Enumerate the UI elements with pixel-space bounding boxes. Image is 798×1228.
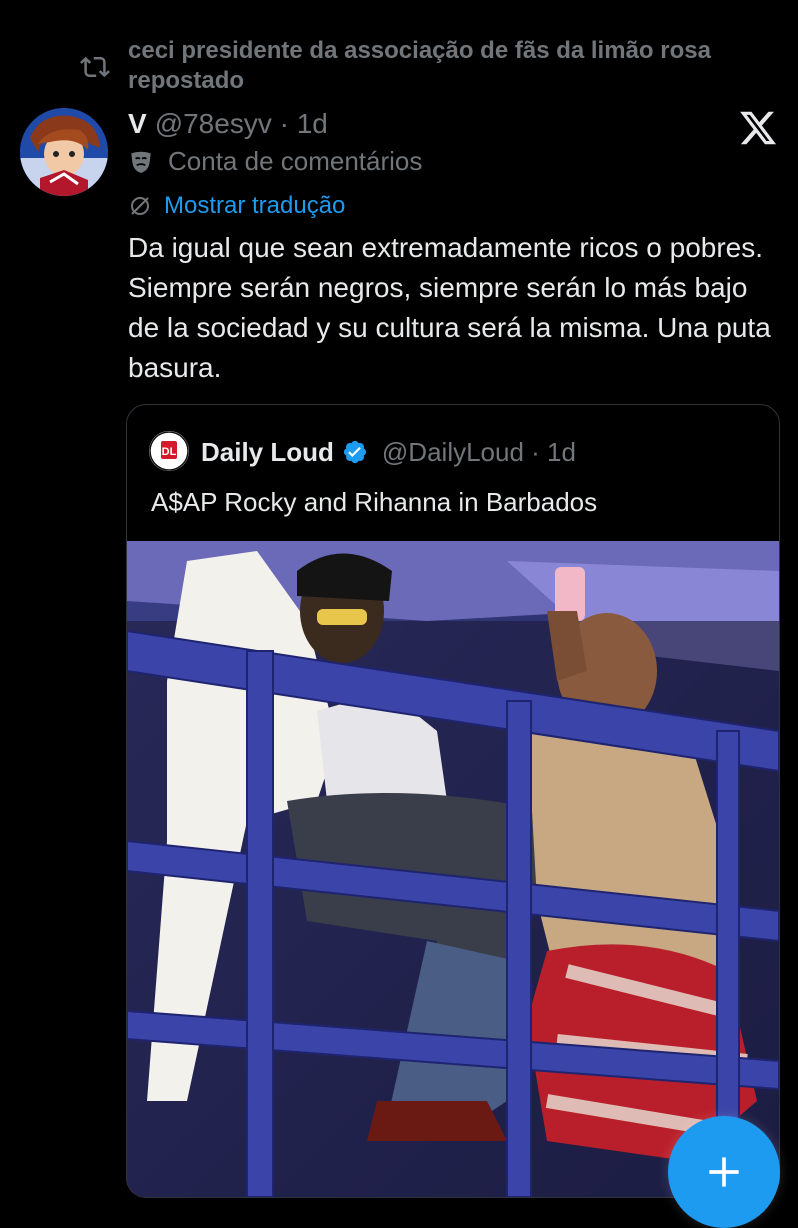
- hide-translation-icon: [131, 197, 149, 215]
- tweet-author-row: V @78esyv · 1d: [128, 106, 328, 142]
- author-handle-time[interactable]: @78esyv · 1d: [155, 108, 328, 140]
- quoted-avatar[interactable]: DL: [149, 431, 189, 471]
- author-name[interactable]: V: [128, 108, 147, 140]
- repost-icon: [80, 56, 110, 78]
- plus-icon: [709, 1157, 739, 1187]
- avatar[interactable]: [20, 108, 108, 196]
- quoted-author-row: Daily Loud @DailyLoud · 1d: [201, 433, 576, 471]
- x-logo-icon[interactable]: [738, 108, 778, 148]
- quoted-video-media[interactable]: [127, 541, 779, 1197]
- repost-label[interactable]: ceci presidente da associação de fãs da …: [128, 36, 748, 96]
- video-frame: [127, 541, 779, 1197]
- account-label-row: Conta de comentários: [128, 146, 422, 177]
- tweet-text: Da igual que sean extremadamente ricos o…: [128, 232, 771, 383]
- quoted-tweet-text: A$AP Rocky and Rihanna in Barbados: [151, 487, 598, 517]
- daily-loud-logo: DL: [149, 431, 189, 471]
- svg-text:DL: DL: [162, 446, 177, 458]
- account-label: Conta de comentários: [168, 146, 423, 176]
- avatar-image: [20, 108, 108, 196]
- show-translation-link[interactable]: Mostrar tradução: [164, 192, 345, 220]
- compose-button[interactable]: [668, 1116, 780, 1228]
- mask-icon: [131, 151, 151, 173]
- quoted-author-name[interactable]: Daily Loud: [201, 437, 334, 468]
- translate-row[interactable]: Mostrar tradução: [128, 192, 345, 220]
- verified-badge-icon: [343, 440, 367, 464]
- quoted-author-handle-time[interactable]: @DailyLoud · 1d: [382, 437, 576, 468]
- quoted-tweet-card[interactable]: DL Daily Loud @DailyLoud · 1d A$AP Rocky…: [126, 404, 780, 1198]
